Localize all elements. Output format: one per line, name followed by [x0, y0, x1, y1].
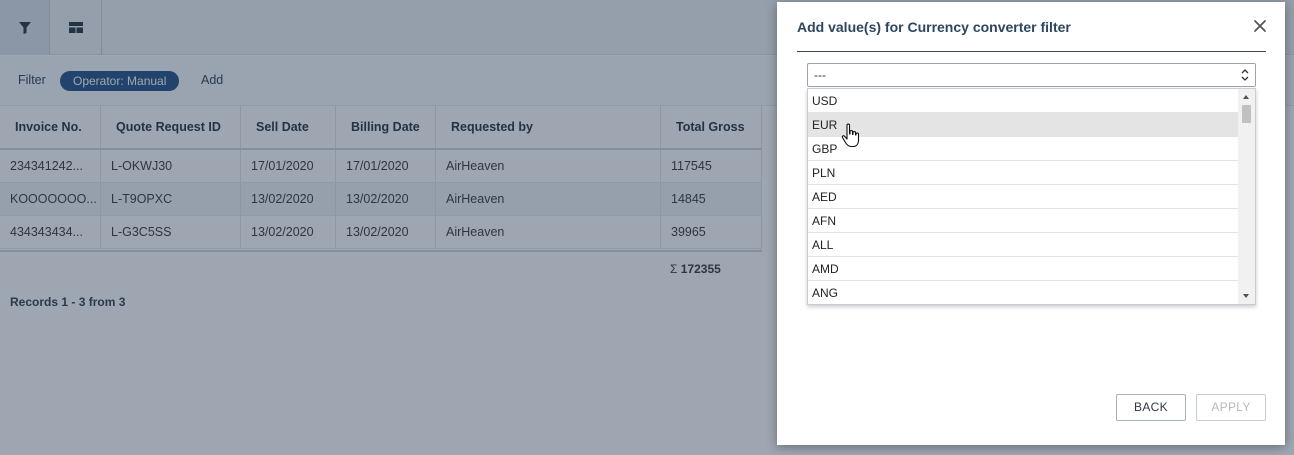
option-all[interactable]: ALL	[808, 233, 1240, 257]
option-ang[interactable]: ANG	[808, 281, 1240, 304]
option-aed[interactable]: AED	[808, 185, 1240, 209]
option-usd[interactable]: USD	[808, 89, 1240, 113]
currency-options-list[interactable]: USD EUR GBP PLN AED AFN ALL AMD ANG	[807, 88, 1256, 305]
option-afn[interactable]: AFN	[808, 209, 1240, 233]
option-amd[interactable]: AMD	[808, 257, 1240, 281]
select-value: ---	[814, 68, 826, 82]
list-scrollbar[interactable]	[1238, 89, 1255, 304]
back-button[interactable]: BACK	[1116, 394, 1186, 421]
scroll-thumb[interactable]	[1242, 105, 1251, 123]
option-pln[interactable]: PLN	[808, 161, 1240, 185]
option-gbp[interactable]: GBP	[808, 137, 1240, 161]
close-icon[interactable]	[1252, 18, 1268, 34]
scroll-down-arrow-icon[interactable]	[1243, 294, 1249, 298]
apply-button[interactable]: APPLY	[1196, 394, 1266, 421]
scroll-up-arrow-icon[interactable]	[1243, 95, 1249, 99]
title-divider	[797, 51, 1266, 52]
add-filter-values-dialog: Add value(s) for Currency converter filt…	[777, 2, 1285, 445]
up-down-chevron-icon	[1241, 69, 1249, 81]
option-eur[interactable]: EUR	[808, 113, 1240, 137]
currency-select[interactable]: ---	[807, 63, 1256, 87]
dialog-title: Add value(s) for Currency converter filt…	[797, 19, 1071, 35]
